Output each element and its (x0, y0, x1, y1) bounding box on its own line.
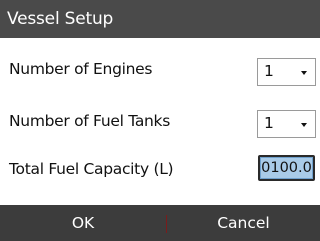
number-of-fuel-tanks-select[interactable]: 1 (257, 110, 316, 138)
total-fuel-capacity-field[interactable]: 0100.0 (258, 155, 315, 181)
number-of-fuel-tanks-label: Number of Fuel Tanks (9, 112, 170, 130)
number-of-engines-value: 1 (264, 62, 274, 80)
number-of-fuel-tanks-value: 1 (264, 114, 274, 132)
chevron-down-icon (301, 71, 307, 75)
total-fuel-capacity-label: Total Fuel Capacity (L) (9, 160, 174, 178)
ok-button[interactable]: OK (0, 205, 166, 241)
vessel-setup-dialog: Vessel Setup Number of Engines 1 Number … (0, 0, 320, 241)
dialog-button-bar: OK Cancel (0, 205, 320, 241)
dialog-title: Vessel Setup (0, 0, 320, 38)
number-of-engines-label: Number of Engines (9, 60, 153, 78)
chevron-down-icon (301, 123, 307, 127)
cancel-button[interactable]: Cancel (167, 205, 320, 241)
number-of-engines-select[interactable]: 1 (257, 58, 316, 86)
